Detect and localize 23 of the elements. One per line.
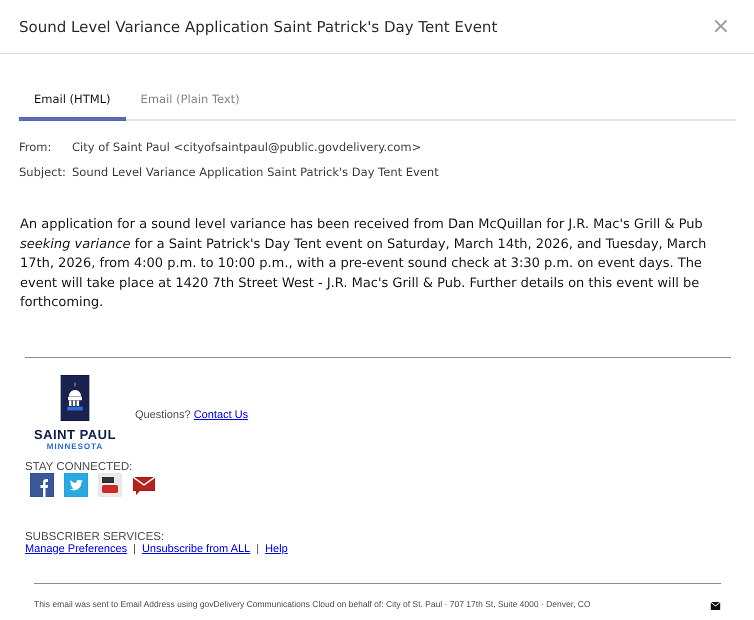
link-separator: | (256, 542, 260, 554)
header-value: Sound Level Variance Application Saint Patrick's Day Tent Event (72, 164, 439, 181)
footer-link[interactable]: Manage Preferences (25, 542, 128, 554)
footer-link[interactable]: Unsubscribe from ALL (142, 542, 250, 554)
window-title: Sound Level Variance Application Saint Patrick's Day Tent Event (19, 18, 498, 36)
twitter-icon[interactable] (64, 472, 88, 496)
tab[interactable]: Email (Plain Text) (126, 84, 255, 121)
facebook-icon[interactable] (30, 472, 54, 496)
envelope-icon (710, 600, 721, 610)
link-separator: | (133, 542, 136, 554)
header-label: Subject: (19, 164, 67, 181)
header-label: From: (19, 139, 52, 156)
header-value: City of Saint Paul <cityofsaintpaul@public.govdelivery.com> (72, 139, 422, 156)
questions-label: Questions? (135, 408, 191, 420)
capitol-dome-icon (59, 374, 91, 420)
tab[interactable]: Email (HTML) (19, 84, 126, 121)
city-logo: SAINT PAUL MINNESOTA (25, 374, 125, 450)
subscriber-services-label: SUBSCRIBER SERVICES: (25, 530, 166, 542)
footer-notice: This email was sent to Email Address using govDelivery Communications Cloud on behalf of: City of St. Paul · 707 17th St, Suite 4000 · Denver, CO (34, 598, 592, 608)
message-body: An application for a sound level variance has been received from Dan McQuillan for J.R. Mac's Grill & Pub seeking variance for a Saint Patrick's Day Tent event on Saturday, March 14th, 2026, and Tuesday, March 17th, 2026, from 4:00 p.m. to 10:00 p.m., with a pre-event sound check at 3:30 p.m. on event days. The event will take place at 1420 7th Street West - J.R. Mac's Grill & Pub. Further details on this event will be forthcoming. (20, 216, 708, 312)
stay-connected-label: STAY CONNECTED: (25, 460, 134, 472)
footer-link[interactable]: Help (265, 542, 288, 554)
contact-link[interactable]: Contact Us (194, 408, 248, 420)
